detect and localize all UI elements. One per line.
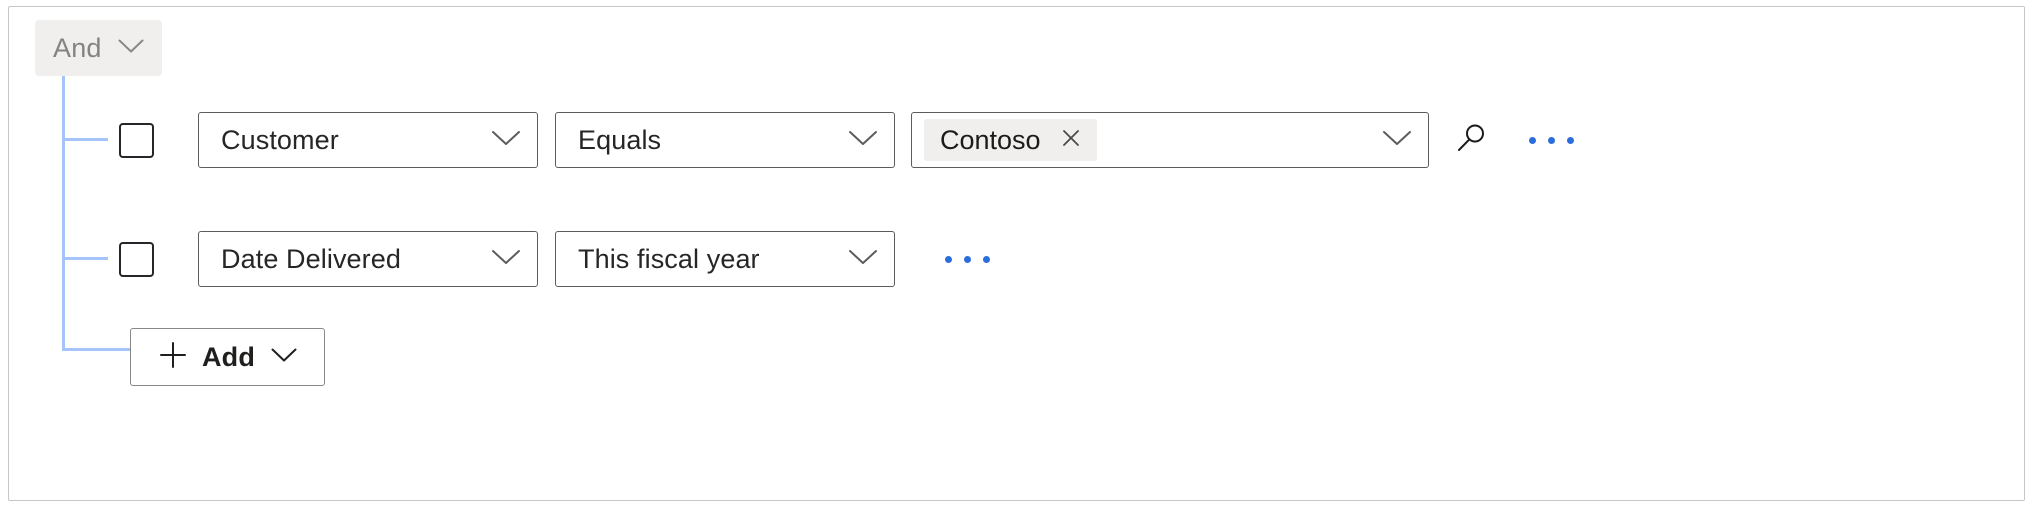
more-options-icon [945,255,952,263]
condition-row: Date Delivered This fiscal year [119,231,1002,287]
operator-dropdown[interactable]: Equals [555,112,895,168]
field-dropdown[interactable]: Date Delivered [198,231,538,287]
condition-row: Customer Equals Contoso [119,112,1586,168]
close-icon[interactable] [1059,126,1083,155]
filter-builder-panel: And Customer Equals Contoso Date Deliver… [8,6,2025,501]
operator-dropdown[interactable]: This fiscal year [555,231,895,287]
more-options-button[interactable] [1517,119,1586,161]
more-options-icon [964,255,971,263]
group-operator-dropdown[interactable]: And [35,20,162,76]
tree-branch-line [62,257,108,260]
more-options-icon [983,255,990,263]
chevron-down-icon [271,347,297,368]
more-options-icon [1567,136,1574,144]
tree-branch-line [62,138,108,141]
add-button[interactable]: Add [130,328,325,386]
tree-trunk-line [62,76,65,351]
more-options-icon [1529,136,1536,144]
add-button-label: Add [201,341,256,372]
field-dropdown-value: Date Delivered [221,243,401,274]
chevron-down-icon [118,38,144,59]
row-select-checkbox[interactable] [119,122,154,158]
more-options-button[interactable] [933,238,1002,280]
plus-icon [158,340,188,375]
value-pill-label: Contoso [940,124,1041,155]
chevron-down-icon [848,129,878,152]
chevron-down-icon [1382,129,1412,152]
chevron-down-icon [848,248,878,271]
field-dropdown-value: Customer [221,124,339,155]
chevron-down-icon [491,129,521,152]
search-icon [1455,121,1489,160]
tree-branch-line [62,348,130,351]
filter-builder-screen: And Customer Equals Contoso Date Deliver… [0,0,2031,515]
value-pill[interactable]: Contoso [924,119,1097,161]
value-picker[interactable]: Contoso [911,112,1429,168]
search-button[interactable] [1451,119,1493,161]
operator-dropdown-value: This fiscal year [578,243,760,274]
group-operator-label: And [53,32,102,63]
operator-dropdown-value: Equals [578,124,662,155]
field-dropdown[interactable]: Customer [198,112,538,168]
row-select-checkbox[interactable] [119,241,154,277]
more-options-icon [1548,136,1555,144]
chevron-down-icon [491,248,521,271]
